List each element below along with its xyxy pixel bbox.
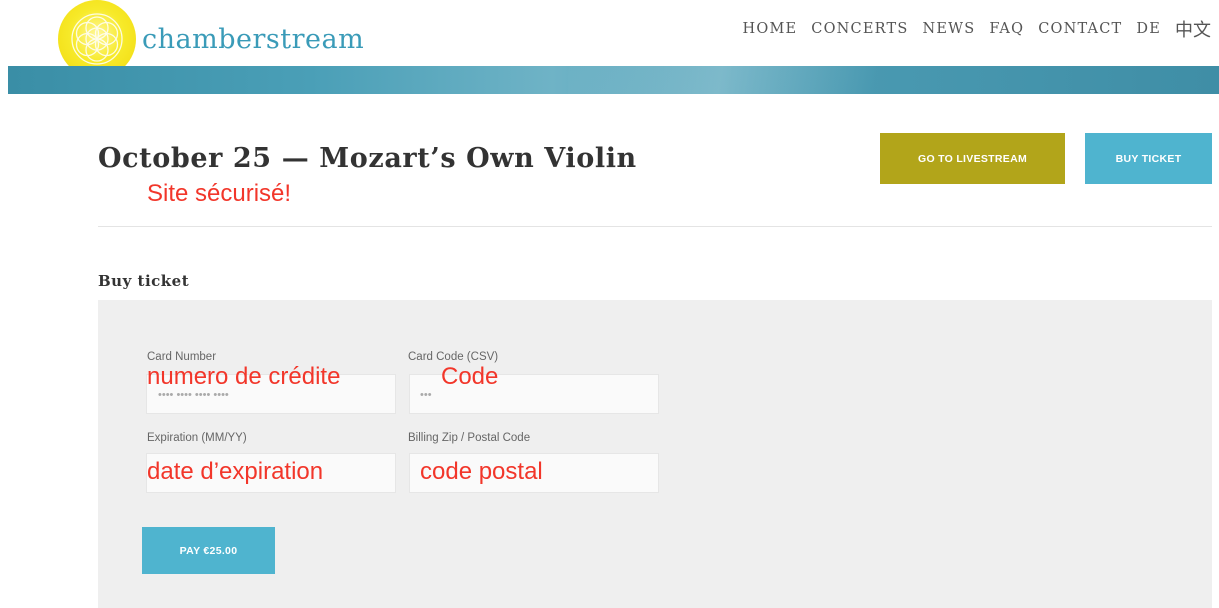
secure-site-annotation: Site sécurisé!: [147, 180, 292, 207]
nav-home[interactable]: HOME: [743, 21, 798, 37]
main-nav: HOME CONCERTS NEWS FAQ CONTACT DE 中文: [743, 16, 1211, 42]
section-title: Buy ticket: [98, 272, 190, 290]
expiration-label: Expiration (MM/YY): [147, 432, 247, 444]
header-banner: [8, 66, 1219, 94]
card-number-annotation: numero de crédite: [147, 363, 341, 390]
expiration-annotation: date d’expiration: [147, 458, 324, 485]
brand-name[interactable]: chamberstream: [142, 24, 364, 55]
buy-ticket-button[interactable]: BUY TICKET: [1085, 133, 1212, 184]
page-title: October 25 — Mozart’s Own Violin: [98, 143, 637, 174]
zip-annotation: code postal: [420, 458, 543, 485]
card-code-annotation: Code: [441, 363, 499, 390]
divider: [98, 226, 1212, 227]
nav-lang-zh[interactable]: 中文: [1175, 16, 1211, 42]
card-number-label: Card Number: [147, 351, 217, 363]
nav-contact[interactable]: CONTACT: [1038, 21, 1122, 37]
nav-faq[interactable]: FAQ: [989, 21, 1024, 37]
card-code-placeholder: •••: [420, 389, 432, 401]
flower-of-life-icon: [71, 13, 123, 65]
zip-label: Billing Zip / Postal Code: [408, 432, 531, 444]
nav-concerts[interactable]: CONCERTS: [811, 21, 908, 37]
card-code-label: Card Code (CSV): [408, 351, 499, 363]
nav-lang-de[interactable]: DE: [1136, 21, 1161, 37]
pay-button[interactable]: PAY €25.00: [142, 527, 275, 574]
nav-news[interactable]: NEWS: [923, 21, 976, 37]
go-to-livestream-button[interactable]: GO TO LIVESTREAM: [880, 133, 1065, 184]
